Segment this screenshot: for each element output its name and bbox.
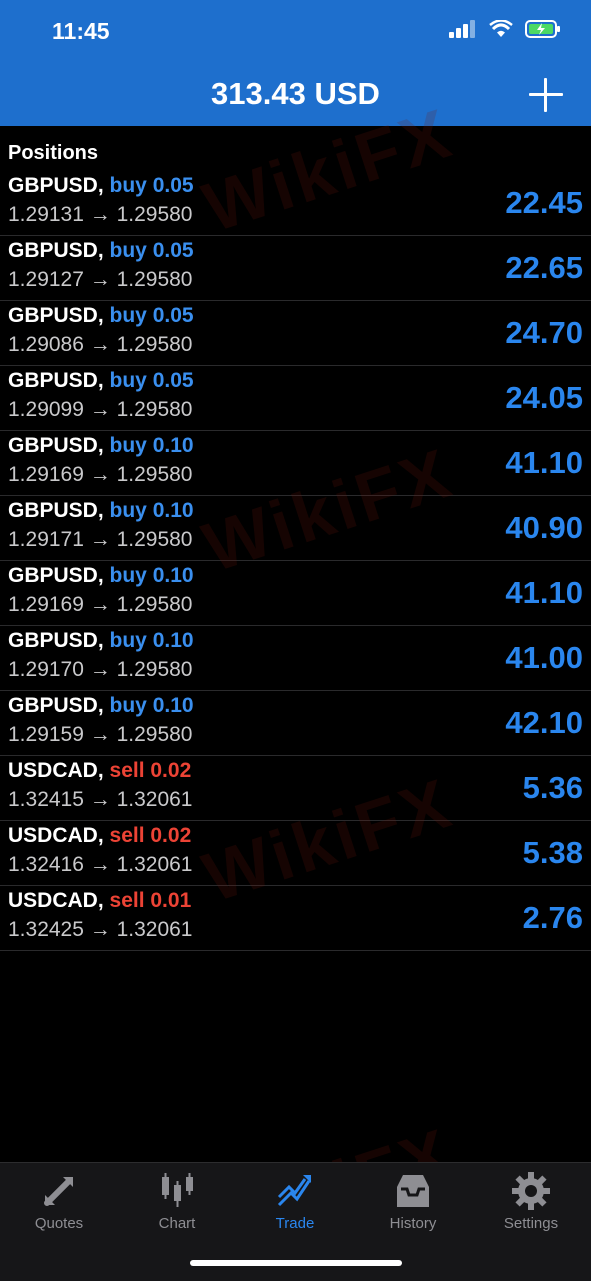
prices: 1.29169 → 1.29580: [8, 593, 193, 616]
side: buy 0.05: [109, 239, 194, 262]
profit: 42.10: [505, 705, 583, 740]
balance-title: 313.43 USD: [211, 76, 380, 111]
tab-trade[interactable]: Trade: [236, 1171, 354, 1232]
status-icons: [449, 20, 561, 38]
side: sell 0.01: [109, 889, 192, 912]
prices: 1.29170 → 1.29580: [8, 658, 193, 681]
side: buy 0.10: [109, 694, 194, 717]
profit: 22.45: [505, 185, 583, 220]
history-icon: [397, 1175, 429, 1207]
settings-icon: [512, 1172, 550, 1210]
profit: 40.90: [505, 510, 583, 545]
prices: 1.29127 → 1.29580: [8, 268, 193, 291]
prices: 1.29171 → 1.29580: [8, 528, 193, 551]
position-row[interactable]: USDCAD, sell 0.01 1.32425 → 1.32061 2.76: [0, 886, 591, 951]
status-time: 11:45: [52, 18, 110, 44]
side: buy 0.05: [109, 174, 194, 197]
tab-label: Chart: [158, 1215, 196, 1232]
side: buy 0.10: [109, 434, 194, 457]
chart-icon: [162, 1173, 193, 1207]
side: buy 0.05: [109, 304, 194, 327]
tab-settings[interactable]: Settings: [472, 1171, 590, 1232]
trade-icon: [277, 1175, 311, 1207]
wifi-icon: [489, 20, 513, 37]
battery-icon: [525, 20, 560, 38]
side: sell 0.02: [109, 759, 192, 782]
side: buy 0.05: [109, 369, 194, 392]
symbol: GBPUSD,: [8, 174, 104, 197]
add-order-button[interactable]: [529, 78, 563, 112]
prices: 1.29131 → 1.29580: [8, 203, 193, 226]
symbol: GBPUSD,: [8, 369, 104, 392]
header: 11:45 313.43 USD: [0, 0, 591, 126]
prices: 1.32416 → 1.32061: [8, 853, 193, 876]
symbol: USDCAD,: [8, 889, 104, 912]
tab-label: Trade: [275, 1215, 315, 1232]
tab-label: History: [389, 1215, 437, 1232]
symbol: GBPUSD,: [8, 499, 104, 522]
side: buy 0.10: [109, 629, 194, 652]
profit: 5.38: [522, 835, 583, 870]
tab-history[interactable]: History: [354, 1171, 472, 1232]
signal-icon: [449, 20, 475, 38]
prices: 1.32425 → 1.32061: [8, 918, 193, 941]
symbol: GBPUSD,: [8, 629, 104, 652]
position-row[interactable]: GBPUSD, buy 0.05 1.29086 → 1.29580 24.70: [0, 301, 591, 366]
position-row[interactable]: GBPUSD, buy 0.10 1.29169 → 1.29580 41.10: [0, 561, 591, 626]
position-row[interactable]: GBPUSD, buy 0.05 1.29099 → 1.29580 24.05: [0, 366, 591, 431]
prices: 1.32415 → 1.32061: [8, 788, 193, 811]
profit: 41.10: [505, 575, 583, 610]
section-title: Positions: [8, 142, 99, 164]
symbol: USDCAD,: [8, 759, 104, 782]
profit: 22.65: [505, 250, 583, 285]
tab-quotes[interactable]: Quotes: [0, 1171, 118, 1232]
symbol: GBPUSD,: [8, 564, 104, 587]
prices: 1.29099 → 1.29580: [8, 398, 193, 421]
quotes-icon: [44, 1177, 73, 1206]
position-row[interactable]: GBPUSD, buy 0.10 1.29170 → 1.29580 41.00: [0, 626, 591, 691]
profit: 2.76: [522, 900, 583, 935]
symbol: GBPUSD,: [8, 434, 104, 457]
tab-label: Quotes: [34, 1215, 84, 1232]
symbol: GBPUSD,: [8, 239, 104, 262]
side: buy 0.10: [109, 564, 194, 587]
profit: 24.05: [505, 380, 583, 415]
position-row[interactable]: GBPUSD, buy 0.10 1.29159 → 1.29580 42.10: [0, 691, 591, 756]
symbol: GBPUSD,: [8, 694, 104, 717]
profit: 41.10: [505, 445, 583, 480]
symbol: GBPUSD,: [8, 304, 104, 327]
profit: 5.36: [522, 770, 583, 805]
prices: 1.29086 → 1.29580: [8, 333, 193, 356]
side: buy 0.10: [109, 499, 194, 522]
side: sell 0.02: [109, 824, 192, 847]
profit: 24.70: [505, 315, 583, 350]
position-row[interactable]: GBPUSD, buy 0.05 1.29127 → 1.29580 22.65: [0, 236, 591, 301]
tab-label: Settings: [503, 1215, 559, 1232]
home-indicator[interactable]: [190, 1260, 402, 1266]
symbol: USDCAD,: [8, 824, 104, 847]
profit: 41.00: [505, 640, 583, 675]
prices: 1.29159 → 1.29580: [8, 723, 193, 746]
prices: 1.29169 → 1.29580: [8, 463, 193, 486]
tab-chart[interactable]: Chart: [118, 1171, 236, 1232]
